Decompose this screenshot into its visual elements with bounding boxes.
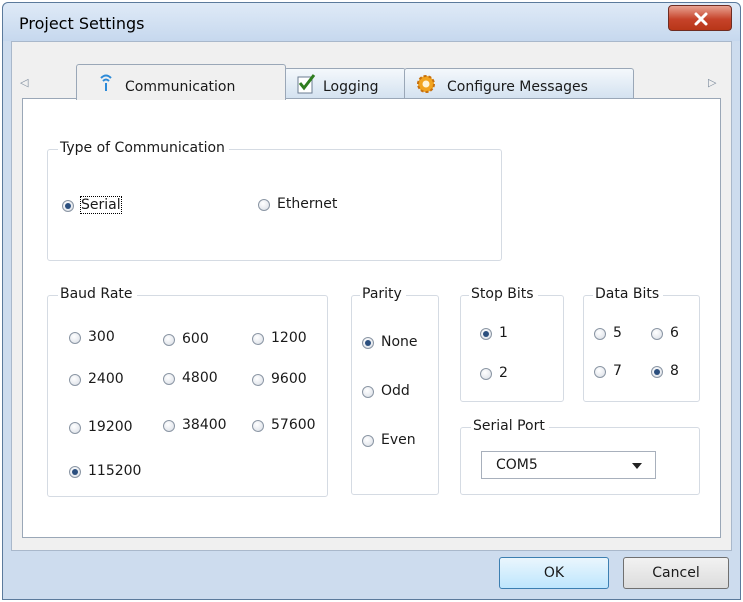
stop-bits-title: Stop Bits xyxy=(469,286,538,302)
parity-odd-label: Odd xyxy=(381,383,410,399)
data-bits-6-radio-button[interactable] xyxy=(651,328,663,340)
data-bits-5-radio-button[interactable] xyxy=(594,328,606,340)
data-bits-7-label: 7 xyxy=(613,363,622,379)
gear-icon xyxy=(417,75,435,93)
baud-rate-title: Baud Rate xyxy=(58,286,137,302)
ethernet-radio-label: Ethernet xyxy=(277,196,338,212)
stop-bits-1-label: 1 xyxy=(499,325,508,341)
baud-2400-radio-button[interactable] xyxy=(69,374,81,386)
stop-bits-1-radio-button[interactable] xyxy=(480,328,492,340)
stop-bits-2-label: 2 xyxy=(499,365,508,381)
data-bits-5-label: 5 xyxy=(613,325,622,341)
checklist-icon xyxy=(297,74,316,94)
stop-bits-group: Stop Bits xyxy=(460,286,564,402)
tab-configure-messages-label: Configure Messages xyxy=(447,79,588,95)
cancel-button[interactable]: Cancel xyxy=(623,557,729,589)
chevron-down-icon[interactable] xyxy=(632,463,642,469)
tab-logging-label: Logging xyxy=(323,79,379,95)
baud-38400-label: 38400 xyxy=(182,417,227,433)
data-bits-6-label: 6 xyxy=(670,325,679,341)
baud-115200-radio-button[interactable] xyxy=(69,466,81,478)
baud-1200-label: 1200 xyxy=(271,330,307,346)
close-icon xyxy=(694,12,708,26)
tab-communication-label: Communication xyxy=(125,79,236,95)
title-bar[interactable]: Project Settings xyxy=(3,3,740,41)
parity-odd-radio-button[interactable] xyxy=(362,386,374,398)
baud-9600-radio-button[interactable] xyxy=(252,374,264,386)
baud-57600-label: 57600 xyxy=(271,417,316,433)
baud-9600-label: 9600 xyxy=(271,371,307,387)
data-bits-8-radio-button[interactable] xyxy=(651,366,663,378)
baud-1200-radio-button[interactable] xyxy=(252,333,264,345)
tab-configure-messages[interactable]: Configure Messages xyxy=(404,68,634,98)
data-bits-title: Data Bits xyxy=(593,286,664,302)
type-of-communication-title: Type of Communication xyxy=(58,140,229,156)
parity-none-radio-button[interactable] xyxy=(362,337,374,349)
baud-600-radio-button[interactable] xyxy=(163,334,175,346)
parity-even-radio-button[interactable] xyxy=(362,435,374,447)
ok-button[interactable]: OK xyxy=(499,557,609,589)
baud-300-radio-button[interactable] xyxy=(69,332,81,344)
baud-57600-radio-button[interactable] xyxy=(252,420,264,432)
tab-logging[interactable]: Logging xyxy=(284,68,406,98)
parity-title: Parity xyxy=(360,286,406,302)
serial-port-dropdown[interactable]: COM5 xyxy=(481,451,656,479)
serial-port-value: COM5 xyxy=(496,457,538,473)
baud-19200-radio-button[interactable] xyxy=(69,422,81,434)
wireless-icon xyxy=(100,74,112,91)
ethernet-radio-button[interactable] xyxy=(258,199,270,211)
serial-radio-label: Serial xyxy=(80,196,122,214)
close-button[interactable] xyxy=(668,5,732,31)
tab-strip: ◁ ▷ Communication Logging Configure Mess… xyxy=(12,42,731,100)
tab-scroll-left-icon[interactable]: ◁ xyxy=(20,76,28,89)
parity-even-label: Even xyxy=(381,432,416,448)
baud-2400-label: 2400 xyxy=(88,371,124,387)
baud-4800-label: 4800 xyxy=(182,370,218,386)
baud-38400-radio-button[interactable] xyxy=(163,420,175,432)
baud-115200-label: 115200 xyxy=(88,463,142,479)
serial-radio-button[interactable] xyxy=(62,200,74,212)
baud-19200-label: 19200 xyxy=(88,419,133,435)
data-bits-group: Data Bits xyxy=(583,286,700,402)
baud-600-label: 600 xyxy=(182,331,209,347)
window-title: Project Settings xyxy=(19,14,145,33)
tab-scroll-right-icon[interactable]: ▷ xyxy=(708,76,716,89)
data-bits-8-label: 8 xyxy=(670,363,679,379)
baud-4800-radio-button[interactable] xyxy=(163,373,175,385)
stop-bits-2-radio-button[interactable] xyxy=(480,368,492,380)
project-settings-window: Project Settings ◁ ▷ Communication Loggi… xyxy=(2,2,741,600)
parity-none-label: None xyxy=(381,334,418,350)
data-bits-7-radio-button[interactable] xyxy=(594,366,606,378)
tab-communication[interactable]: Communication xyxy=(76,64,286,100)
serial-port-title: Serial Port xyxy=(471,418,549,434)
baud-300-label: 300 xyxy=(88,329,115,345)
